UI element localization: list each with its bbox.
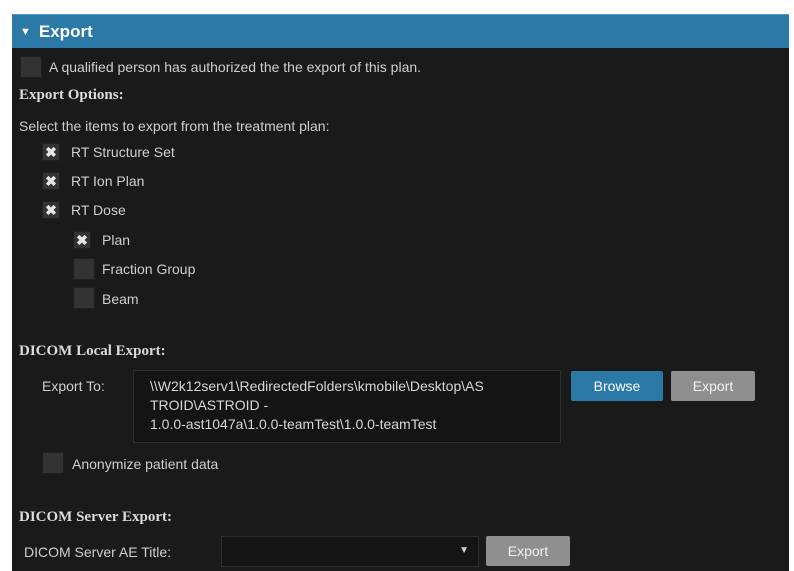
export-path-line: \\W2k12serv1\RedirectedFolders\kmobile\D…	[150, 378, 484, 394]
anonymize-label: Anonymize patient data	[72, 456, 219, 472]
anonymize-checkbox[interactable]	[42, 452, 64, 474]
dicom-local-export-heading: DICOM Local Export:	[19, 343, 166, 359]
rt-ion-plan-label: RT Ion Plan	[71, 173, 145, 189]
dose-fraction-group-checkbox[interactable]	[73, 258, 95, 280]
panel-title: Export	[38, 21, 93, 41]
ae-title-select[interactable]: ▼	[221, 536, 479, 567]
browse-button[interactable]: Browse	[571, 371, 663, 401]
export-panel-header[interactable]: ▼ Export	[12, 14, 789, 48]
dicom-server-export-heading: DICOM Server Export:	[19, 509, 173, 525]
rt-dose-checkbox[interactable]: ✖	[42, 201, 60, 219]
rt-structure-set-checkbox[interactable]: ✖	[42, 143, 60, 161]
check-mark-icon: ✖	[45, 202, 57, 218]
dose-plan-label: Plan	[102, 232, 131, 248]
authorization-label: A qualified person has authorized the th…	[49, 59, 422, 75]
check-mark-icon: ✖	[45, 173, 57, 189]
ae-title-label: DICOM Server AE Title:	[24, 544, 172, 560]
dose-fraction-group-label: Fraction Group	[102, 261, 196, 277]
dose-beam-label: Beam	[102, 291, 139, 307]
export-path-field[interactable]: \\W2k12serv1\RedirectedFolders\kmobile\D…	[133, 370, 561, 443]
export-path-line: TROID\ASTROID -	[150, 397, 269, 413]
rt-structure-set-label: RT Structure Set	[71, 144, 175, 160]
rt-dose-label: RT Dose	[71, 202, 126, 218]
export-to-label: Export To:	[42, 378, 105, 394]
export-options-heading: Export Options:	[19, 87, 124, 103]
authorization-checkbox[interactable]	[20, 56, 42, 78]
dose-beam-checkbox[interactable]	[73, 287, 95, 309]
server-export-button[interactable]: Export	[486, 536, 570, 566]
export-panel: ▼ Export A qualified person has authoriz…	[12, 14, 789, 571]
check-mark-icon: ✖	[45, 144, 57, 160]
chevron-down-icon: ▼	[459, 545, 469, 556]
collapse-triangle-icon[interactable]: ▼	[20, 26, 31, 38]
local-export-button[interactable]: Export	[671, 371, 755, 401]
rt-ion-plan-checkbox[interactable]: ✖	[42, 172, 60, 190]
export-path-line: 1.0.0-ast1047a\1.0.0-teamTest\1.0.0-team…	[150, 416, 437, 432]
export-options-instruction: Select the items to export from the trea…	[19, 118, 330, 134]
check-mark-icon: ✖	[76, 232, 88, 248]
dose-plan-checkbox[interactable]: ✖	[73, 231, 91, 249]
